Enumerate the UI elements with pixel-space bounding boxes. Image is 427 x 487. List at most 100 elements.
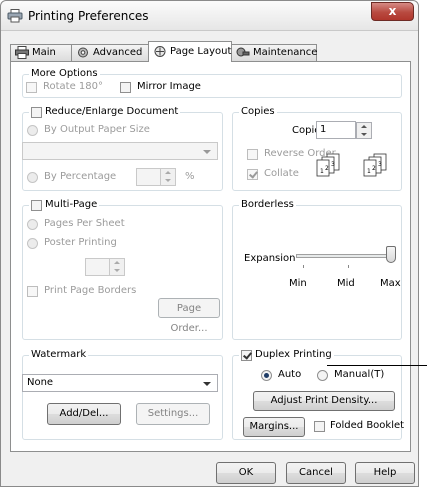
ok-button[interactable]: OK <box>216 462 276 484</box>
callout-line <box>327 365 427 366</box>
watermark-value: None <box>27 377 54 388</box>
copies-group: Copies Copies 1 Reverse Order Collate 12… <box>232 106 402 191</box>
help-button[interactable]: Help <box>355 462 415 484</box>
title-bar[interactable]: Printing Preferences x <box>1 1 418 31</box>
add-del-button[interactable]: Add/Del... <box>47 403 121 425</box>
printer-icon <box>7 9 23 23</box>
copies-group-label: Copies <box>239 106 277 118</box>
tab-advanced-label: Advanced <box>93 47 143 58</box>
window-title: Printing Preferences <box>28 9 149 23</box>
duplex-manual-radio[interactable] <box>317 370 328 381</box>
duplex-printing-checkbox[interactable] <box>241 350 252 361</box>
arrow-up-icon <box>361 125 367 128</box>
page-layout-icon <box>154 45 166 57</box>
duplex-printing-header: Duplex Printing <box>239 349 334 361</box>
rotate-label: Rotate 180° <box>43 81 104 92</box>
watermark-label: Watermark <box>29 349 89 361</box>
borderless-label: Borderless <box>239 199 296 211</box>
tab-main[interactable]: Main <box>10 44 72 61</box>
more-options-group: More Options Rotate 180° Mirror Image <box>22 68 402 98</box>
slider-tick <box>348 265 349 268</box>
print-page-borders-label: Print Page Borders <box>44 285 137 296</box>
adjust-print-density-button[interactable]: Adjust Print Density... <box>253 391 395 411</box>
rotate-checkbox[interactable] <box>26 82 37 93</box>
by-output-paper-radio[interactable] <box>27 125 38 136</box>
poster-printing-label: Poster Printing <box>44 237 117 248</box>
cancel-button[interactable]: Cancel <box>286 462 346 484</box>
reverse-order-checkbox[interactable] <box>247 149 258 160</box>
poster-printing-radio[interactable] <box>27 238 38 249</box>
copies-spinner[interactable] <box>356 122 372 139</box>
pages-spinner[interactable] <box>109 259 124 275</box>
close-button[interactable]: x <box>371 2 414 21</box>
reduce-enlarge-label: Reduce/Enlarge Document <box>45 106 179 117</box>
page-order-button[interactable]: Page Order... <box>158 298 220 334</box>
svg-text:3: 3 <box>378 161 382 168</box>
min-label: Min <box>289 278 307 289</box>
svg-text:2: 2 <box>325 165 329 172</box>
tab-page-layout-label: Page Layout <box>170 46 232 57</box>
maintenance-icon <box>236 47 250 56</box>
multi-page-label: Multi-Page <box>45 199 98 210</box>
expansion-slider-track[interactable] <box>296 254 396 258</box>
pages-input[interactable] <box>85 258 125 276</box>
print-page-borders-checkbox[interactable] <box>27 286 38 297</box>
gear-icon <box>78 47 88 57</box>
mirror-image-label: Mirror Image <box>137 81 201 92</box>
duplex-printing-group: Duplex Printing Auto Manual(T) Adjust Pr… <box>232 349 405 440</box>
arrow-up-icon <box>165 171 171 174</box>
by-percentage-label: By Percentage <box>44 171 117 182</box>
tab-page-layout[interactable]: Page Layout <box>148 41 232 62</box>
multi-page-header: Multi-Page <box>29 199 100 211</box>
printer-icon <box>15 45 29 59</box>
slider-tick <box>303 265 304 268</box>
watermark-group: Watermark None Add/Del... Settings... <box>22 349 223 440</box>
margins-button[interactable]: Margins... <box>243 417 305 437</box>
printing-preferences-window: Printing Preferences x Main Advanced Pag… <box>0 0 419 487</box>
pages-per-sheet-radio[interactable] <box>27 219 38 230</box>
duplex-auto-radio[interactable] <box>261 370 272 381</box>
expansion-label: Expansion <box>244 253 296 264</box>
pages-per-sheet-label: Pages Per Sheet <box>44 218 125 229</box>
borderless-group: Borderless Expansion Min Mid Max <box>232 199 402 340</box>
copies-value: 1 <box>320 124 327 135</box>
reduce-enlarge-checkbox[interactable] <box>31 107 42 118</box>
duplex-printing-label: Duplex Printing <box>255 349 332 360</box>
svg-text:1: 1 <box>367 168 371 175</box>
paper-size-dropdown[interactable] <box>22 142 218 160</box>
percentage-spinner[interactable] <box>160 169 175 185</box>
expansion-slider-thumb[interactable] <box>386 246 396 263</box>
by-percentage-radio[interactable] <box>27 172 38 183</box>
tab-maintenance-label: Maintenance <box>253 47 318 58</box>
collate-checkbox[interactable] <box>247 169 258 180</box>
arrow-down-icon <box>114 269 120 272</box>
svg-text:1: 1 <box>320 168 324 175</box>
svg-text:3: 3 <box>331 161 335 168</box>
watermark-dropdown[interactable]: None <box>22 374 218 392</box>
folded-booklet-checkbox[interactable] <box>314 421 325 432</box>
mid-label: Mid <box>337 278 355 289</box>
percentage-input[interactable] <box>136 168 176 186</box>
duplex-manual-label: Manual(T) <box>334 369 385 380</box>
tab-advanced[interactable]: Advanced <box>71 44 149 61</box>
arrow-up-icon <box>114 261 120 264</box>
watermark-settings-button[interactable]: Settings... <box>136 403 210 425</box>
tab-main-label: Main <box>32 47 56 58</box>
arrow-down-icon <box>361 133 367 136</box>
max-label: Max <box>380 278 401 289</box>
mirror-image-checkbox[interactable] <box>120 82 131 93</box>
reduce-enlarge-group: Reduce/Enlarge Document By Output Paper … <box>22 106 223 191</box>
reduce-enlarge-header: Reduce/Enlarge Document <box>29 106 181 118</box>
collate-pages-icon: 1 23 <box>316 153 340 177</box>
duplex-auto-label: Auto <box>278 369 302 380</box>
chevron-down-icon <box>203 150 211 154</box>
copies-input[interactable]: 1 <box>316 121 356 139</box>
svg-text:2: 2 <box>372 165 376 172</box>
by-output-paper-label: By Output Paper Size <box>44 124 150 135</box>
percent-sign: % <box>185 171 195 182</box>
page-layout-panel: More Options Rotate 180° Mirror Image Re… <box>10 61 411 452</box>
tab-maintenance[interactable]: Maintenance <box>231 44 317 61</box>
multi-page-checkbox[interactable] <box>31 200 42 211</box>
folded-booklet-label: Folded Booklet <box>330 420 405 431</box>
collate-label: Collate <box>264 168 299 179</box>
